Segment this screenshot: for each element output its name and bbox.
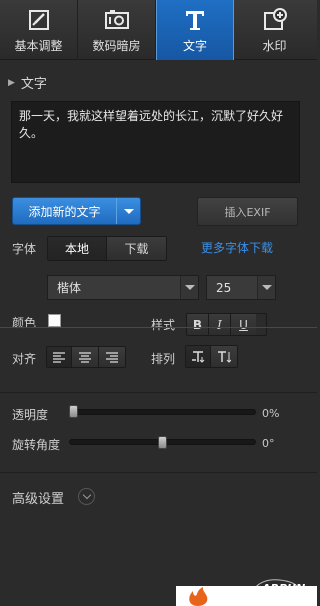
- align-center-button[interactable]: [72, 347, 99, 367]
- vertical-text-icon: [218, 351, 232, 363]
- divider: [0, 392, 317, 393]
- dropdown-arrow: [257, 276, 275, 299]
- bold-button[interactable]: B: [187, 314, 209, 335]
- advanced-expand-button[interactable]: [78, 488, 95, 505]
- expand-triangle-icon: ▶: [8, 77, 15, 88]
- chevron-down-icon: [261, 285, 272, 290]
- font-source-download[interactable]: 下载: [107, 237, 166, 260]
- watermark-add-icon: [263, 8, 287, 30]
- dropdown-arrow: [180, 276, 198, 299]
- tab-label: 基本调整: [14, 39, 63, 53]
- color-label: 颜色: [12, 316, 37, 330]
- font-family-select[interactable]: 楷体: [47, 275, 199, 300]
- text-t-icon: [186, 11, 204, 30]
- horizontal-text-icon: [192, 351, 205, 363]
- more-fonts-link[interactable]: 更多字体下载: [201, 239, 273, 256]
- rotation-slider-thumb[interactable]: [158, 436, 167, 449]
- guide-line: [0, 327, 317, 328]
- tab-label: 数码暗房: [92, 39, 141, 53]
- font-size-select[interactable]: 25: [206, 275, 276, 300]
- underline-button[interactable]: U: [231, 314, 256, 335]
- tab-text[interactable]: 文字: [156, 0, 234, 60]
- section-title: 文字: [20, 77, 47, 92]
- tab-basic-adjust[interactable]: 基本调整: [0, 0, 78, 60]
- tab-watermark[interactable]: 水印: [234, 0, 315, 60]
- font-source-toggle: 本地 下载: [47, 236, 167, 261]
- divider: [0, 472, 317, 473]
- align-label: 对齐: [12, 352, 37, 366]
- opacity-value: 0%: [262, 407, 280, 420]
- align-right-button[interactable]: [98, 347, 125, 367]
- advanced-settings-label[interactable]: 高级设置: [12, 488, 64, 507]
- rotation-value: 0°: [262, 437, 275, 450]
- style-buttons: B I U: [186, 313, 267, 336]
- font-label: 字体: [12, 242, 37, 256]
- add-text-button[interactable]: 添加新的文字: [12, 197, 141, 225]
- align-right-icon: [105, 351, 118, 363]
- vertical-text-button[interactable]: [211, 346, 237, 367]
- align-left-button[interactable]: [47, 347, 73, 367]
- italic-button[interactable]: I: [209, 314, 231, 335]
- align-left-icon: [53, 351, 66, 363]
- add-text-dropdown[interactable]: [116, 198, 140, 224]
- chevron-down-icon: [123, 208, 134, 214]
- flame-logo-icon: [189, 587, 208, 606]
- color-swatch[interactable]: [48, 314, 61, 327]
- opacity-label: 透明度: [12, 408, 49, 422]
- opacity-slider-thumb[interactable]: [69, 405, 78, 418]
- tab-label: 文字: [182, 39, 207, 53]
- chevron-down-icon: [82, 490, 91, 500]
- arrange-buttons: [185, 345, 238, 368]
- tab-label: 水印: [262, 39, 287, 53]
- opacity-slider[interactable]: [69, 409, 256, 415]
- tab-darkroom[interactable]: 数码暗房: [78, 0, 156, 60]
- film-darkroom-icon: [104, 10, 129, 29]
- align-buttons: [46, 346, 126, 368]
- rotation-label: 旋转角度: [12, 438, 61, 452]
- font-source-local[interactable]: 本地: [48, 237, 108, 260]
- insert-exif-button[interactable]: 插入EXIF: [197, 197, 298, 226]
- arrange-label: 排列: [151, 352, 176, 366]
- font-family-value: 楷体: [57, 281, 82, 295]
- text-content-input[interactable]: 那一天，我就这样望着远处的长江，沉默了好久好久。: [11, 101, 300, 183]
- crop-adjust-icon: [28, 10, 49, 30]
- chevron-down-icon: [184, 285, 195, 290]
- text-section-header[interactable]: ▶ 文字: [8, 73, 47, 92]
- add-text-label: 添加新的文字: [28, 204, 101, 219]
- top-tab-bar: 基本调整 数码暗房 文字 水印: [0, 0, 317, 60]
- align-center-icon: [79, 351, 92, 363]
- horizontal-text-button[interactable]: [186, 346, 212, 367]
- style-label: 样式: [151, 318, 176, 332]
- font-size-value: 25: [216, 280, 232, 295]
